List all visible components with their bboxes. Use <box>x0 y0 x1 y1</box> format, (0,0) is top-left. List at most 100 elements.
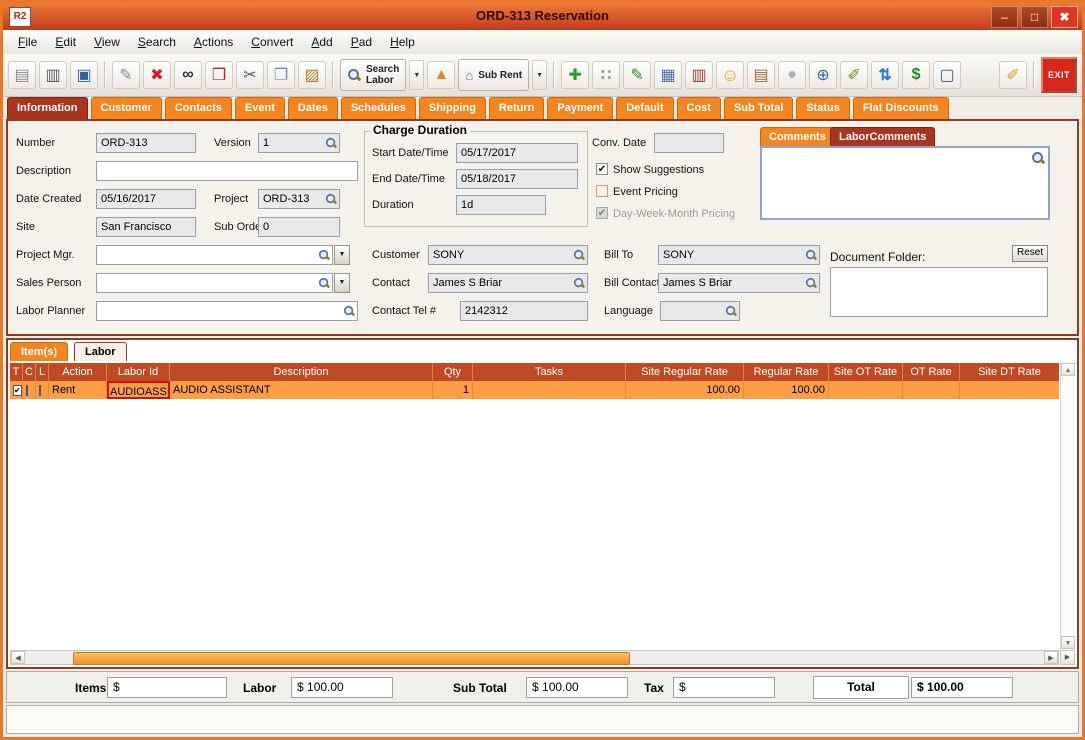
scroll-left-icon[interactable]: ◀ <box>11 651 25 664</box>
language-search-icon[interactable] <box>725 305 737 317</box>
row-tasks-cell[interactable] <box>473 381 626 399</box>
contact-field[interactable]: James S Briar <box>428 273 588 293</box>
grid-header-t[interactable]: T <box>10 363 23 381</box>
close-button[interactable]: ✖ <box>1051 6 1078 28</box>
grid-header-tasks[interactable]: Tasks <box>473 363 626 381</box>
bill-to-search-icon[interactable] <box>805 249 817 261</box>
delete-icon[interactable]: ✖ <box>143 61 171 89</box>
grid-header-qty[interactable]: Qty <box>433 363 473 381</box>
exit-button[interactable]: EXIT <box>1041 57 1077 93</box>
tab-labor-comments[interactable]: LaborComments <box>830 127 935 146</box>
eraser-icon[interactable]: ● <box>778 61 806 89</box>
row-action-cell[interactable]: Rent <box>49 381 107 399</box>
project-field[interactable]: ORD-313 <box>258 189 340 209</box>
contact-tel-field[interactable]: 2142312 <box>460 301 588 321</box>
menu-help[interactable]: Help <box>381 32 424 52</box>
tab-shipping[interactable]: Shipping <box>419 97 486 119</box>
labor-planner-search-icon[interactable] <box>343 305 355 317</box>
version-search-icon[interactable] <box>325 137 337 149</box>
bill-contact-field[interactable]: James S Briar <box>658 273 820 293</box>
sync-icon[interactable]: ⇅ <box>871 61 899 89</box>
vertical-scrollbar[interactable]: ▲ ▼ <box>1060 363 1075 649</box>
reset-button[interactable]: Reset <box>1012 245 1048 262</box>
comments-search-icon[interactable] <box>1031 151 1045 165</box>
tab-event[interactable]: Event <box>235 97 285 119</box>
row-regular-rate-cell[interactable]: 100.00 <box>744 381 829 399</box>
show-suggestions-checkbox[interactable]: ✔ <box>596 163 608 175</box>
menu-view[interactable]: View <box>85 32 129 52</box>
contact-search-icon[interactable] <box>573 277 585 289</box>
add-icon[interactable]: ✚ <box>561 61 589 89</box>
menu-actions[interactable]: Actions <box>185 32 242 52</box>
minimize-button[interactable]: – <box>991 6 1018 28</box>
language-field[interactable] <box>660 301 740 321</box>
menu-edit[interactable]: Edit <box>46 32 85 52</box>
corner-scroll-right-icon[interactable]: ▶ <box>1060 650 1075 665</box>
horizontal-scrollbar[interactable]: ◀ ▶ <box>10 650 1059 665</box>
grid-header-site-regular-rate[interactable]: Site Regular Rate <box>626 363 744 381</box>
calendar-edit-icon[interactable]: ▦ <box>654 61 682 89</box>
scrollbar-thumb[interactable] <box>73 652 630 665</box>
project-mgr-field[interactable] <box>96 245 333 265</box>
row-qty-cell[interactable]: 1 <box>433 381 473 399</box>
edit-document-icon[interactable]: ✐ <box>840 61 868 89</box>
project-mgr-dropdown[interactable]: ▼ <box>334 245 350 265</box>
grid-header-c[interactable]: C <box>23 363 36 381</box>
grid-header-ot-rate[interactable]: OT Rate <box>903 363 960 381</box>
conv-date-field[interactable] <box>654 133 724 153</box>
tab-schedules[interactable]: Schedules <box>341 97 416 119</box>
project-search-icon[interactable] <box>325 193 337 205</box>
site-building-icon[interactable]: ▥ <box>685 61 713 89</box>
row-labor-id-cell[interactable]: AUDIOASSI... <box>107 381 170 399</box>
project-mgr-search-icon[interactable] <box>318 249 330 261</box>
binoculars-icon[interactable]: ∞ <box>174 61 202 89</box>
menu-search[interactable]: Search <box>129 32 185 52</box>
row-site-ot-rate-cell[interactable] <box>829 381 903 399</box>
menu-convert[interactable]: Convert <box>242 32 302 52</box>
description-field[interactable] <box>96 161 358 181</box>
tab-default[interactable]: Default <box>616 97 673 119</box>
customer-field[interactable]: SONY <box>428 245 588 265</box>
version-field[interactable]: 1 <box>258 133 340 153</box>
labor-comments-textarea[interactable] <box>760 146 1050 220</box>
date-created-field[interactable]: 05/16/2017 <box>96 189 196 209</box>
scroll-right-icon[interactable]: ▶ <box>1044 651 1058 664</box>
scroll-down-icon[interactable]: ▼ <box>1061 636 1075 649</box>
row-site-regular-rate-cell[interactable]: 100.00 <box>626 381 744 399</box>
grid-header-action[interactable]: Action <box>49 363 107 381</box>
title-bar[interactable]: R2 ORD-313 Reservation – □ ✖ <box>3 3 1082 30</box>
tab-dates[interactable]: Dates <box>288 97 338 119</box>
maximize-button[interactable]: □ <box>1021 6 1048 28</box>
save-icon[interactable]: ▣ <box>70 61 98 89</box>
tab-cost[interactable]: Cost <box>677 97 721 119</box>
grid-header-description[interactable]: Description <box>170 363 433 381</box>
smiley-icon[interactable]: ☺ <box>716 61 744 89</box>
tab-return[interactable]: Return <box>489 97 544 119</box>
sub-rent-dropdown-icon[interactable]: ▼ <box>532 60 547 90</box>
grid-header-site-ot-rate[interactable]: Site OT Rate <box>829 363 903 381</box>
end-date-field[interactable]: 05/18/2017 <box>456 169 578 189</box>
grid-header-labor-id[interactable]: Labor Id <box>107 363 170 381</box>
tab-contacts[interactable]: Contacts <box>165 97 232 119</box>
paste-icon[interactable]: ▨ <box>298 61 326 89</box>
row-l-checkbox[interactable] <box>39 385 41 396</box>
cut-icon[interactable]: ✂ <box>236 61 264 89</box>
search-labor-dropdown-icon[interactable]: ▼ <box>409 60 424 90</box>
document-folder-box[interactable] <box>830 267 1048 317</box>
row-t-checkbox[interactable]: ✔ <box>13 385 22 396</box>
row-c-checkbox[interactable] <box>26 385 28 396</box>
grid-header-regular-rate[interactable]: Regular Rate <box>744 363 829 381</box>
tab-flat-discounts[interactable]: Flat Discounts <box>853 97 949 119</box>
number-field[interactable]: ORD-313 <box>96 133 196 153</box>
row-ot-rate-cell[interactable] <box>903 381 960 399</box>
copy-icon[interactable]: ❐ <box>267 61 295 89</box>
customer-search-icon[interactable] <box>573 249 585 261</box>
menu-add[interactable]: Add <box>302 32 341 52</box>
grid-header-l[interactable]: L <box>36 363 49 381</box>
tab-comments[interactable]: Comments <box>760 127 835 146</box>
tab-sub-total[interactable]: Sub Total <box>724 97 793 119</box>
tab-payment[interactable]: Payment <box>547 97 613 119</box>
bill-contact-search-icon[interactable] <box>805 277 817 289</box>
tab-labor[interactable]: Labor <box>74 342 127 361</box>
search-labor-button[interactable]: Search Labor <box>340 59 406 91</box>
